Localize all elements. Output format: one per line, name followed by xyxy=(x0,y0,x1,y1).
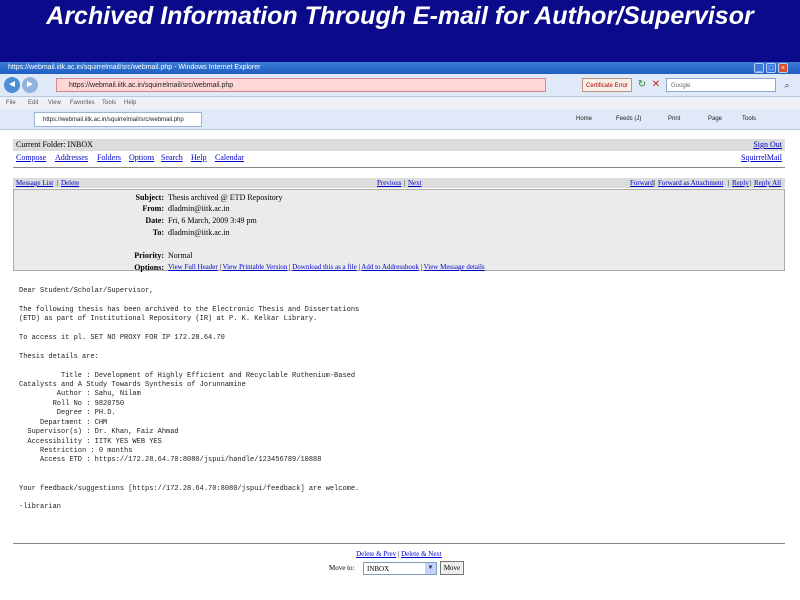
separator: | xyxy=(728,179,730,187)
menu-file[interactable]: File xyxy=(6,97,16,109)
nav-search[interactable]: Search xyxy=(161,152,183,164)
add-to-addressbook-link[interactable]: Add to Addressbook xyxy=(361,263,419,271)
options-label: Options: xyxy=(134,263,164,272)
print-button[interactable]: Print xyxy=(668,113,680,125)
divider xyxy=(13,543,785,544)
slide-title: Archived Information Through E-mail for … xyxy=(46,2,754,30)
squirrelmail-content: Current Folder: INBOX Sign Out Compose A… xyxy=(13,139,785,589)
divider xyxy=(13,167,785,168)
window-title: https://webmail.iitk.ac.in/squirrelmail/… xyxy=(8,64,261,71)
to-value: dladmin@iitk.ac.in xyxy=(168,228,230,237)
message-header: Subject: Thesis archived @ ETD Repositor… xyxy=(13,189,785,272)
message-list-link[interactable]: Message List xyxy=(16,178,53,188)
squirrelmail-link[interactable]: SquirrelMail xyxy=(741,152,782,164)
home-button[interactable]: Home xyxy=(576,113,592,125)
reply-all-link[interactable]: Reply All xyxy=(754,178,781,188)
nav-options[interactable]: Options xyxy=(129,152,154,164)
subject-label: Subject: xyxy=(135,193,164,202)
browser-window: https://webmail.iitk.ac.in/squirrelmail/… xyxy=(0,62,800,600)
date-label: Date: xyxy=(145,216,164,225)
address-input[interactable]: https://webmail.iitk.ac.in/squirrelmail/… xyxy=(56,78,546,92)
address-bar-row: ◄ ► https://webmail.iitk.ac.in/squirrelm… xyxy=(0,74,800,97)
move-to-label: Move to: xyxy=(329,564,355,572)
previous-link[interactable]: Previous xyxy=(377,178,402,188)
from-value: dladmin@iitk.ac.in xyxy=(168,204,230,213)
certificate-error-button[interactable]: Certificate Error xyxy=(582,78,632,92)
forward-button[interactable]: ► xyxy=(22,77,38,93)
priority-label: Priority: xyxy=(134,251,164,260)
sign-out-link[interactable]: Sign Out xyxy=(753,139,782,151)
refresh-icon[interactable]: ↻ xyxy=(636,78,648,92)
next-link[interactable]: Next xyxy=(408,178,422,188)
nav-addresses[interactable]: Addresses xyxy=(55,152,88,164)
move-folder-select[interactable]: INBOX ▼ xyxy=(363,562,437,575)
view-message-details-link[interactable]: View Message details xyxy=(424,263,485,271)
to-label: To: xyxy=(152,228,164,237)
minimize-button[interactable]: _ xyxy=(754,63,764,73)
move-row: Move to: INBOX ▼ Move xyxy=(13,561,785,577)
menu-tools[interactable]: Tools xyxy=(102,97,116,109)
browser-tab[interactable]: https://webmail.iitk.ac.in/squirrelmail/… xyxy=(34,112,202,127)
download-as-file-link[interactable]: Download this as a file xyxy=(292,263,357,271)
search-input[interactable]: Google xyxy=(666,78,776,92)
menu-help[interactable]: Help xyxy=(124,97,136,109)
date-value: Fri, 6 March, 2009 3:49 pm xyxy=(168,216,257,225)
nav-compose[interactable]: Compose xyxy=(16,152,46,164)
message-toolbar: Message List | Delete Previous | Next Fo… xyxy=(13,178,785,188)
web-page: Current Folder: INBOX Sign Out Compose A… xyxy=(0,130,800,600)
forward-link[interactable]: Forward xyxy=(630,178,654,188)
forward-attachment-link[interactable]: Forward as Attachment xyxy=(658,178,723,188)
menu-view[interactable]: View xyxy=(48,97,61,109)
subject-value: Thesis archived @ ETD Repository xyxy=(168,193,283,202)
move-folder-value: INBOX xyxy=(367,565,390,573)
chevron-down-icon: ▼ xyxy=(425,563,436,574)
move-button[interactable]: Move xyxy=(440,561,464,575)
tab-toolbar-row: https://webmail.iitk.ac.in/squirrelmail/… xyxy=(0,109,800,130)
search-icon[interactable]: ⌕ xyxy=(780,78,794,92)
separator: | xyxy=(654,179,656,187)
window-title-bar: https://webmail.iitk.ac.in/squirrelmail/… xyxy=(0,62,800,74)
delete-next-link[interactable]: Delete & Next xyxy=(401,550,442,558)
tools-menu-button[interactable]: Tools xyxy=(742,113,756,125)
back-button[interactable]: ◄ xyxy=(4,77,20,93)
current-folder-label: Current Folder: INBOX xyxy=(16,140,93,149)
stop-icon[interactable]: ✕ xyxy=(650,78,662,92)
close-button[interactable]: × xyxy=(778,63,788,73)
reply-link[interactable]: Reply xyxy=(732,178,749,188)
from-label: From: xyxy=(142,204,164,213)
view-full-header-link[interactable]: View Full Header xyxy=(168,263,218,271)
folder-bar: Current Folder: INBOX Sign Out xyxy=(13,139,785,151)
nav-calendar[interactable]: Calendar xyxy=(215,152,244,164)
mail-nav: Compose Addresses Folders Options Search… xyxy=(13,152,785,164)
message-body: Dear Student/Scholar/Supervisor, The fol… xyxy=(19,287,360,512)
delete-prev-link[interactable]: Delete & Prev xyxy=(356,550,396,558)
view-printable-version-link[interactable]: View Printable Version xyxy=(223,263,288,271)
delete-link[interactable]: Delete xyxy=(61,178,79,188)
separator: | xyxy=(750,179,752,187)
separator: | xyxy=(404,179,406,187)
menu-bar: File Edit View Favorites Tools Help xyxy=(0,97,800,109)
feeds-button[interactable]: Feeds (J) xyxy=(616,113,641,125)
page-menu-button[interactable]: Page xyxy=(708,113,722,125)
menu-favorites[interactable]: Favorites xyxy=(70,97,95,109)
priority-value: Normal xyxy=(168,251,193,260)
nav-help[interactable]: Help xyxy=(191,152,207,164)
nav-folders[interactable]: Folders xyxy=(97,152,121,164)
maximize-button[interactable]: □ xyxy=(766,63,776,73)
separator: | xyxy=(57,179,59,187)
options-links: View Full Header | View Printable Versio… xyxy=(168,262,485,272)
delete-links: Delete & Prev | Delete & Next xyxy=(13,549,785,559)
menu-edit[interactable]: Edit xyxy=(28,97,38,109)
